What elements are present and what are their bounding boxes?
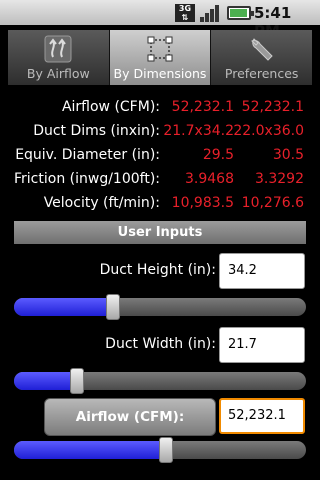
airflow-icon: [44, 35, 72, 63]
duct-width-input[interactable]: 21.7: [219, 327, 305, 363]
result-label: Velocity (ft/min):: [43, 195, 160, 211]
battery-icon: [227, 6, 254, 20]
tab-label: By Airflow: [26, 66, 90, 81]
result-value-1: 3.9468: [185, 171, 234, 187]
result-label: Equiv. Diameter (in):: [15, 147, 160, 163]
tab-preferences[interactable]: Preferences: [211, 30, 313, 85]
result-value-2: 30.5: [272, 147, 304, 163]
result-label: Airflow (CFM):: [61, 99, 160, 115]
result-label: Duct Dims (inxin):: [33, 123, 160, 139]
slider-track: [14, 372, 306, 390]
slider-progress: [14, 372, 77, 390]
slider-thumb[interactable]: [69, 368, 84, 394]
result-row-airflow: Airflow (CFM): 52,232.1 52,232.1: [0, 99, 320, 123]
tab-bar: By Airflow By Dimensions Preferences: [8, 30, 313, 85]
result-row-equiv-diameter: Equiv. Diameter (in): 29.5 30.5: [0, 147, 320, 171]
result-value-1: 52,232.1: [171, 99, 234, 115]
dimensions-icon: [147, 36, 173, 62]
result-value-2: 3.3292: [255, 171, 304, 187]
slider-thumb[interactable]: [158, 437, 173, 463]
wrench-icon: [250, 38, 273, 61]
3g-icon: 3G ⇅: [175, 4, 195, 22]
duct-width-label: Duct Width (in):: [105, 336, 216, 352]
tab-label: Preferences: [224, 66, 299, 81]
user-inputs-header: User Inputs: [14, 221, 306, 244]
result-value-1: 29.5: [202, 147, 234, 163]
result-value-1: 10,983.5: [171, 195, 234, 211]
slider-track: [14, 298, 306, 316]
airflow-input[interactable]: 52,232.1: [219, 398, 305, 434]
result-label: Friction (inwg/100ft):: [14, 171, 160, 187]
slider-progress: [14, 441, 166, 459]
airflow-slider[interactable]: [14, 437, 306, 463]
slider-thumb[interactable]: [106, 294, 121, 320]
result-value-2: 10,276.6: [241, 195, 304, 211]
duct-height-input[interactable]: 34.2: [219, 253, 305, 289]
tab-label: By Dimensions: [113, 66, 207, 81]
duct-height-label: Duct Height (in):: [99, 262, 216, 278]
duct-height-slider[interactable]: [14, 294, 306, 320]
result-value-2: 22.0x36.0: [233, 123, 304, 139]
tab-by-dimensions[interactable]: By Dimensions: [109, 30, 212, 85]
result-row-velocity: Velocity (ft/min): 10,983.5 10,276.6: [0, 195, 320, 219]
tab-by-airflow[interactable]: By Airflow: [8, 30, 110, 85]
status-bar: 3G⇅ 5:41 PM: [0, 0, 320, 40]
slider-progress: [14, 298, 114, 316]
result-value-2: 52,232.1: [241, 99, 304, 115]
signal-icon: [200, 4, 222, 22]
result-value-1: 21.7x34.2: [163, 123, 234, 139]
result-row-duct-dims: Duct Dims (inxin): 21.7x34.2 22.0x36.0: [0, 123, 320, 147]
duct-width-slider[interactable]: [14, 368, 306, 394]
airflow-button[interactable]: Airflow (CFM):: [44, 398, 216, 436]
result-row-friction: Friction (inwg/100ft): 3.9468 3.3292: [0, 171, 320, 195]
